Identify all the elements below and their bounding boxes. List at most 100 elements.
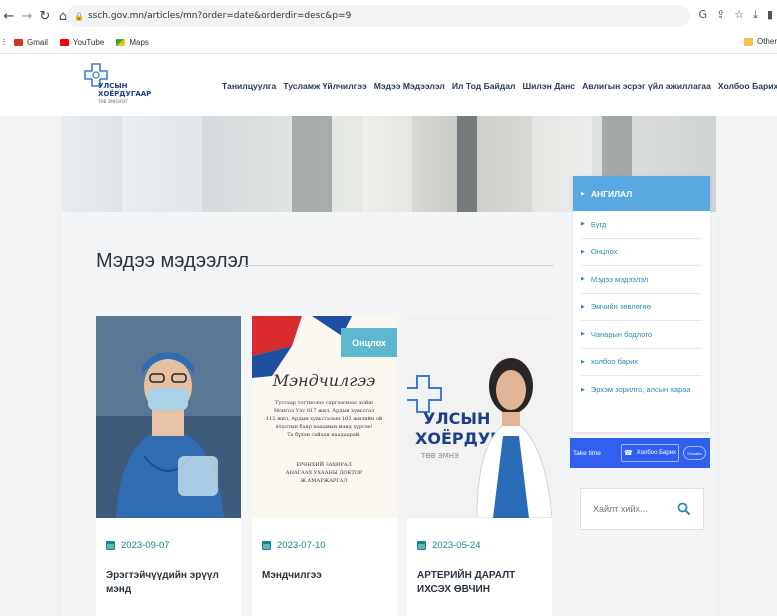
toolbar-actions: G ⇪ ☆ ⤓ ▮ <box>698 8 773 22</box>
svg-text:Тусгаар тогтнолоо сэргээснээс: Тусгаар тогтнолоо сэргээснээс хойш <box>275 400 373 406</box>
folder-icon <box>743 37 753 46</box>
gmail-icon <box>14 39 23 46</box>
sidebar-heading-label: АНГИЛАЛ <box>590 188 633 199</box>
online-button[interactable]: Онлайн <box>683 446 706 460</box>
card-date: 2023-09-07 <box>106 540 170 551</box>
card-image-doctor[interactable] <box>96 316 241 518</box>
nav-about[interactable]: Танилцуулга <box>222 81 276 91</box>
other-bookmarks[interactable]: Other <box>743 37 777 46</box>
title-divider <box>240 265 554 266</box>
bookmark-youtube[interactable]: YouTube <box>59 38 105 47</box>
nav-contact[interactable]: Холбоо Барих <box>718 81 777 91</box>
star-icon[interactable]: ☆ <box>734 8 744 22</box>
triangle-right-icon: ▶ <box>581 303 585 310</box>
nav-glass-account[interactable]: Шилэн Данс <box>523 81 576 91</box>
date-text: 2023-07-10 <box>277 540 326 551</box>
download-icon[interactable]: ⤓ <box>753 8 758 22</box>
search-input[interactable] <box>593 504 673 514</box>
share-icon[interactable]: ⇪ <box>716 8 725 22</box>
card-title[interactable]: Эрэгтэйчүүдийн эрүүл мэнд <box>106 569 234 597</box>
sidebar-heading: ▶ АНГИЛАЛ <box>573 176 710 211</box>
svg-text:Та бүхэн сайхан наадаарай.: Та бүхэн сайхан наадаарай. <box>287 431 361 438</box>
date-text: 2023-05-24 <box>432 540 481 551</box>
sidebar-item-news[interactable]: ▶ Мэдээ мэдээлэл <box>581 266 702 294</box>
date-text: 2023-09-07 <box>121 540 170 551</box>
calendar-icon <box>262 541 271 550</box>
apps-icon[interactable]: ⁝ <box>0 38 8 48</box>
search-icon[interactable] <box>677 502 691 516</box>
bookmark-label: Maps <box>129 38 149 47</box>
card-image-greeting[interactable]: Мэндчилгээ Тусгаар тогтнолоо сэргээснээс… <box>252 316 397 518</box>
card-title[interactable]: АРТЕРИЙН ДАРАЛТ ИХСЭХ ӨВЧИН <box>417 569 545 597</box>
triangle-right-icon: ▶ <box>581 331 585 338</box>
search-box <box>580 488 704 530</box>
card-date: 2023-07-10 <box>262 540 326 551</box>
hero-panel <box>122 116 202 212</box>
hero-panel <box>457 116 477 212</box>
browser-toolbar: ← → ↻ ⌂ 🔒 ssch.gov.mn/articles/mn?order=… <box>0 0 777 32</box>
nav-anti-corruption[interactable]: Авлигын эсрэг үйл ажиллагаа <box>582 81 711 91</box>
nav-transparency[interactable]: Ил Тод Байдал <box>452 81 516 91</box>
nav-services[interactable]: Тусламж Үйлчилгээ <box>283 81 366 91</box>
svg-text:УЛСЫН: УЛСЫН <box>423 409 490 428</box>
site-header: УЛСЫН ХОЁРДУГААР ТӨВ ЭМНЭЛЭГ Танилцуулга… <box>0 54 777 116</box>
sidebar-item-quality-policy[interactable]: ▶ Чанарын бодлого <box>581 321 702 349</box>
triangle-right-icon: ▶ <box>581 276 585 283</box>
sidepanel-icon[interactable]: ▮ <box>767 8 773 22</box>
google-icon[interactable]: G <box>698 8 707 22</box>
sidebar-item-contact[interactable]: ▶ холбоо барих <box>581 349 702 376</box>
news-card[interactable]: Мэндчилгээ Тусгаар тогтнолоо сэргээснээс… <box>252 316 397 616</box>
sidebar-item-mission[interactable]: ▶ Эрхэм зорилго, алсын хараа <box>581 376 702 404</box>
lock-icon: 🔒 <box>74 11 84 21</box>
doctor-photo <box>96 316 241 518</box>
url-text: ssch.gov.mn/articles/mn?order=date&order… <box>87 11 352 21</box>
doctor-photo: УЛСЫН ХОЁРДУГ ТӨВ ЭМНЭ <box>407 316 552 518</box>
logo-subtitle: ТӨВ ЭМНЭЛЭГ <box>98 99 128 104</box>
card-image-doctor-woman[interactable]: УЛСЫН ХОЁРДУГ ТӨВ ЭМНЭ <box>407 316 552 518</box>
contact-button[interactable]: ☎ Холбоо Барих <box>621 444 679 462</box>
main-nav: Танилцуулга Тусламж Үйлчилгээ Мэдээ Мэдэ… <box>222 81 777 91</box>
phone-icon: ☎ <box>623 449 633 457</box>
logo-text: УЛСЫН ХОЁРДУГААР ТӨВ ЭМНЭЛЭГ <box>98 82 156 106</box>
news-card[interactable]: 2023-09-07 Эрэгтэйчүүдийн эрүүл мэнд <box>96 316 241 616</box>
calendar-icon <box>417 541 426 550</box>
triangle-right-icon: ▶ <box>581 358 585 365</box>
triangle-right-icon: ▶ <box>581 386 585 393</box>
logo-title: УЛСЫН ХОЁРДУГААР <box>98 82 152 98</box>
category-sidebar: ▶ АНГИЛАЛ ▶ Бүгд ▶ Онцлох ▶ Мэдээ мэдээлэл … <box>573 176 710 432</box>
back-icon[interactable]: ← <box>2 9 16 24</box>
address-bar[interactable]: 🔒 ssch.gov.mn/articles/mn?order=date&ord… <box>66 5 690 27</box>
bookmarks-bar: ⁝ Gmail YouTube Maps Other <box>0 32 777 54</box>
sidebar-item-label: Чанарын бодлого <box>590 329 653 339</box>
sidebar-item-label: Мэдээ мэдээлэл <box>590 274 649 284</box>
svg-text:ялалтын баяр наадмын мэнд хүрг: ялалтын баяр наадмын мэнд хүргэе! <box>275 423 372 430</box>
svg-text:Ж.АМАРЖАРГАЛ: Ж.АМАРЖАРГАЛ <box>300 478 347 484</box>
reload-icon[interactable]: ↻ <box>38 9 52 24</box>
sidebar-item-label: холбоо барих <box>590 357 639 367</box>
featured-badge[interactable]: Онцлох <box>341 328 397 357</box>
news-card[interactable]: УЛСЫН ХОЁРДУГ ТӨВ ЭМНЭ 2023-05-24 АРТЕРИ… <box>407 316 552 616</box>
sidebar-item-all[interactable]: ▶ Бүгд <box>581 211 702 239</box>
svg-text:АНАГААХ УХААНЫ ДОКТОР: АНАГААХ УХААНЫ ДОКТОР <box>286 470 363 476</box>
svg-text:ТӨВ ЭМНЭ: ТӨВ ЭМНЭ <box>420 452 459 460</box>
triangle-right-icon: ▶ <box>581 190 585 197</box>
bookmark-label: YouTube <box>72 38 105 47</box>
card-date: 2023-05-24 <box>417 540 481 551</box>
bookmark-gmail[interactable]: Gmail <box>14 38 48 47</box>
nav-news[interactable]: Мэдээ Мэдээлэл <box>374 81 445 91</box>
sidebar-item-doctor-advice[interactable]: ▶ Эмчийн зөвлөгөө <box>581 294 702 321</box>
sidebar-item-featured[interactable]: ▶ Онцлох <box>581 239 702 266</box>
bookmark-label: Gmail <box>27 38 48 47</box>
other-bookmarks-label: Other <box>756 37 777 46</box>
forward-icon[interactable]: → <box>20 9 34 24</box>
hospital-logo[interactable]: УЛСЫН ХОЁРДУГААР ТӨВ ЭМНЭЛЭГ <box>80 60 170 110</box>
triangle-right-icon: ▶ <box>581 221 585 228</box>
bookmark-maps[interactable]: Maps <box>116 38 149 47</box>
calendar-icon <box>106 541 115 550</box>
svg-text:Монгол Улс 817 жил, Ардын хувь: Монгол Улс 817 жил, Ардын хувьсгал <box>274 408 374 414</box>
sidebar-item-label: Бүгд <box>590 219 607 229</box>
sidebar-item-label: Эмчийн зөвлөгөө <box>590 302 651 312</box>
hero-panel <box>362 116 412 212</box>
triangle-right-icon: ▶ <box>581 248 585 255</box>
card-title[interactable]: Мэндчилгээ <box>262 569 390 583</box>
